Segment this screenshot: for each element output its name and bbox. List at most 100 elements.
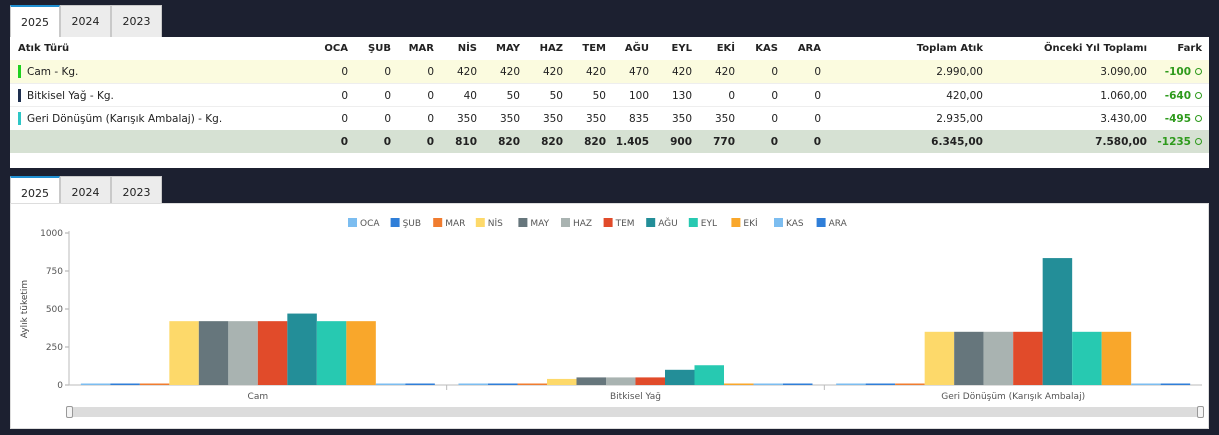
header-diff[interactable]: Fark — [1152, 37, 1202, 60]
y-tick-label: 1000 — [40, 229, 63, 239]
diff-text: -640 — [1164, 89, 1191, 102]
header-prev-year-total[interactable]: Önceki Yıl Toplamı — [987, 37, 1147, 60]
table-row[interactable]: Bitkisel Yağ - Kg. 0 0 0 40 50 50 50 100 130 0 0 0 42… — [10, 83, 1209, 106]
month-value: 420 — [671, 65, 692, 78]
table-header-row: Atık Türü OCA ŞUB MAR NİS MAY HAZ TEM AĞU EYL EKİ… — [10, 37, 1209, 60]
month-value: 0 — [814, 65, 821, 78]
header-month[interactable]: MAY — [480, 37, 520, 60]
bar — [753, 383, 783, 385]
total-value: 6.345,00 — [931, 135, 983, 148]
bar — [316, 321, 347, 385]
header-month[interactable]: MAR — [394, 37, 434, 60]
row-name-label: Geri Dönüşüm (Karışık Ambalaj) - Kg. — [27, 112, 223, 125]
waste-chart-panel: 2025 2024 2023 0 250 500 750 1000 Aylık tüket… — [10, 176, 1209, 429]
header-waste-type[interactable]: Atık Türü — [18, 37, 69, 60]
month-value: 0 — [341, 65, 348, 78]
month-value: 0 — [340, 135, 348, 148]
bar — [1013, 331, 1043, 385]
prev-year-value: 1.060,00 — [1100, 89, 1147, 102]
total-value: 2.990,00 — [936, 65, 983, 78]
legend-swatch — [518, 218, 528, 227]
table-tab-2024[interactable]: 2024 — [60, 5, 111, 37]
month-value: 50 — [506, 89, 520, 102]
bar — [517, 383, 547, 385]
legend-swatch — [603, 218, 613, 227]
bar — [375, 383, 406, 385]
bar — [169, 321, 199, 385]
prev-year-value: 7.580,00 — [1095, 135, 1147, 148]
month-value: 0 — [383, 135, 391, 148]
month-value: 350 — [671, 112, 692, 125]
legend-label: AĞU — [658, 217, 678, 229]
bar — [458, 383, 488, 385]
header-month[interactable]: OCA — [308, 37, 348, 60]
bar — [139, 383, 170, 385]
legend-swatch — [475, 218, 485, 227]
month-value: 0 — [814, 89, 821, 102]
header-total[interactable]: Toplam Atık — [863, 37, 983, 60]
month-value: 0 — [384, 89, 391, 102]
legend-label: MAY — [530, 219, 549, 229]
month-value: 900 — [670, 135, 692, 148]
header-month[interactable]: AĞU — [609, 37, 649, 60]
month-value: 420 — [714, 65, 735, 78]
header-month[interactable]: EYL — [652, 37, 692, 60]
table-row[interactable]: Cam - Kg. 0 0 0 420 420 420 420 470 420 420 0 0 2.990… — [10, 60, 1209, 83]
table-tab-2025[interactable]: 2025 — [10, 5, 60, 37]
month-value: 130 — [671, 89, 692, 102]
bar — [547, 378, 577, 385]
month-value: 40 — [463, 89, 477, 102]
header-month[interactable]: ŞUB — [351, 37, 391, 60]
legend-label: KAS — [786, 219, 804, 229]
bar — [488, 383, 518, 385]
bar — [954, 331, 984, 385]
month-value: 420 — [585, 65, 606, 78]
waste-table: Atık Türü OCA ŞUB MAR NİS MAY HAZ TEM AĞU EYL EKİ… — [10, 37, 1209, 168]
month-value: 350 — [499, 112, 520, 125]
x-category-label: Cam — [248, 392, 269, 402]
legend-label: NİS — [488, 218, 503, 229]
month-value: 0 — [384, 112, 391, 125]
row-name-label: Bitkisel Yağ - Kg. — [27, 89, 114, 102]
table-tab-2023[interactable]: 2023 — [111, 5, 162, 37]
diff-value: -100 — [1142, 60, 1202, 83]
bar — [287, 313, 317, 385]
decrease-circle-icon — [1195, 115, 1202, 122]
row-name: Cam - Kg. — [18, 60, 78, 83]
header-month[interactable]: HAZ — [523, 37, 563, 60]
legend-label: EYL — [701, 219, 717, 229]
legend-label: MAR — [445, 219, 465, 229]
row-name: Bitkisel Yağ - Kg. — [18, 84, 114, 107]
month-value: 0 — [427, 65, 434, 78]
color-swatch — [18, 112, 21, 125]
bar — [694, 365, 724, 385]
bar — [665, 369, 695, 385]
bar — [1072, 331, 1102, 385]
header-month[interactable]: TEM — [566, 37, 606, 60]
decrease-circle-icon — [1195, 92, 1202, 99]
y-tick-label: 250 — [46, 343, 63, 353]
bar — [865, 383, 896, 385]
month-value: 350 — [714, 112, 735, 125]
waste-table-panel: 2025 2024 2023 Atık Türü OCA ŞUB MAR NİS MAY… — [10, 5, 1209, 168]
scroll-handle-right[interactable] — [1197, 406, 1204, 418]
bar — [80, 383, 111, 385]
header-month[interactable]: ARA — [781, 37, 821, 60]
chart-scrollbar[interactable] — [66, 406, 1204, 418]
bar — [110, 383, 140, 385]
y-tick-label: 500 — [46, 305, 63, 315]
row-name: Geri Dönüşüm (Karışık Ambalaj) - Kg. — [18, 107, 222, 130]
diff-text: -1235 — [1157, 135, 1191, 148]
bar — [576, 377, 606, 385]
table-row[interactable]: Geri Dönüşüm (Karışık Ambalaj) - Kg. 0 0 0 3… — [10, 106, 1209, 129]
header-month[interactable]: EKİ — [695, 37, 735, 60]
month-value: 0 — [341, 112, 348, 125]
month-value: 50 — [592, 89, 606, 102]
legend-label: HAZ — [573, 219, 592, 229]
scroll-handle-left[interactable] — [66, 406, 73, 418]
header-month[interactable]: NİS — [437, 37, 477, 60]
month-value: 0 — [427, 89, 434, 102]
month-value: 0 — [384, 65, 391, 78]
header-month[interactable]: KAS — [738, 37, 778, 60]
legend-swatch — [816, 218, 826, 227]
